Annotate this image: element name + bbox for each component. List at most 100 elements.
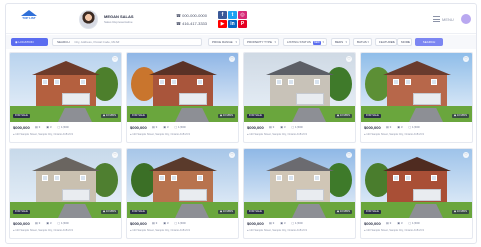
favorite-heart-icon[interactable]: ♡	[346, 152, 352, 158]
listing-age-badge: ◉ 10 MINS	[451, 210, 469, 214]
listing-card[interactable]: ♡ FOR SALE ◉ 10 MINS $000,000 ▤ 3 ▣ 3 ▢ …	[360, 148, 473, 239]
mobile-phone[interactable]: ☎ 416-417-3333	[176, 21, 207, 26]
photo-window	[159, 79, 165, 85]
photo-garage	[179, 93, 207, 105]
linkedin-icon[interactable]: in	[228, 20, 237, 28]
listing-stats: ▤ 3 ▣ 3 ▢ 1,500	[269, 221, 308, 225]
pinterest-icon[interactable]: P	[238, 20, 247, 28]
location-button[interactable]: ◉ LOCATION	[11, 38, 48, 46]
photo-window	[80, 175, 86, 181]
office-phone[interactable]: ☎ 000-000-0000	[176, 13, 207, 18]
listing-photo[interactable]: ♡ FOR SALE ◉ 10 MINS	[244, 53, 355, 122]
sqft-value: ▢ 1,500	[408, 221, 420, 225]
favorite-heart-icon[interactable]: ♡	[229, 152, 235, 158]
photo-window	[171, 79, 177, 85]
beds-count: ▤ 3	[152, 125, 158, 129]
listing-age-badge: ◉ 10 MINS	[100, 210, 118, 214]
menu-label[interactable]: MENU	[442, 17, 454, 22]
search-button[interactable]: SEARCH	[415, 38, 443, 46]
twitter-icon[interactable]: t	[228, 11, 237, 19]
listing-photo[interactable]: ♡ FOR SALE ◉ 10 MINS	[127, 53, 238, 122]
photo-roof	[149, 61, 217, 75]
user-account-icon[interactable]	[461, 14, 471, 24]
sqft-value: ▢ 1,500	[174, 221, 186, 225]
listing-photo[interactable]: ♡ FOR SALE ◉ 10 MINS	[127, 149, 238, 218]
features-dropdown[interactable]: FEATURES ▾	[375, 38, 397, 46]
baths-dropdown[interactable]: BATHS ▾	[353, 38, 372, 46]
photo-window	[431, 175, 437, 181]
listing-card[interactable]: ♡ FOR SALE ◉ 10 MINS $000,000 ▤ 3 ▣ 3 ▢ …	[243, 148, 356, 239]
sqft-value: ▢ 1,500	[291, 221, 303, 225]
listing-price: $000,000	[130, 125, 147, 130]
listing-card[interactable]: ♡ FOR SALE ◉ 10 MINS $000,000 ▤ 3 ▣ 3 ▢ …	[243, 52, 356, 143]
photo-garage	[296, 93, 324, 105]
beds-count: ▤ 3	[152, 221, 158, 225]
price-range-label: PRICE RANGE	[212, 40, 233, 44]
listing-status-dropdown[interactable]: LISTING STATUS NEW ▾	[283, 38, 327, 46]
listing-price: $000,000	[364, 221, 381, 226]
favorite-heart-icon[interactable]: ♡	[112, 56, 118, 62]
instagram-icon[interactable]: ◎	[238, 11, 247, 19]
photo-window	[288, 79, 294, 85]
listing-address: ● 123 Sample Street, Sample City, Ontari…	[364, 229, 424, 232]
chevron-down-icon: ▾	[345, 40, 347, 44]
facebook-icon[interactable]: f	[218, 11, 227, 19]
hamburger-menu-icon[interactable]	[433, 16, 440, 22]
beds-count: ▤ 3	[386, 125, 392, 129]
photo-roof	[149, 157, 217, 171]
price-range-dropdown[interactable]: PRICE RANGE ▾	[208, 38, 240, 46]
filter-bar: ◉ LOCATION SEARCH City, Address, Postal …	[6, 35, 476, 49]
photo-garage	[62, 189, 90, 201]
chevron-down-icon: ▾	[407, 40, 409, 44]
youtube-icon[interactable]: ▶	[218, 20, 227, 28]
listing-photo[interactable]: ♡ FOR SALE ◉ 10 MINS	[361, 149, 472, 218]
listing-card[interactable]: ♡ FOR SALE ◉ 10 MINS $000,000 ▤ 3 ▣ 3 ▢ …	[9, 148, 122, 239]
photo-window	[197, 79, 203, 85]
beds-count: ▤ 3	[269, 221, 275, 225]
photo-window	[314, 175, 320, 181]
photo-window	[54, 79, 60, 85]
more-dropdown[interactable]: MORE ▾	[397, 38, 412, 46]
header: TOP LIST MEGAN SALAS Sales Representativ…	[6, 4, 476, 34]
status-badge: FOR SALE	[13, 114, 30, 118]
favorite-heart-icon[interactable]: ♡	[112, 152, 118, 158]
photo-window	[405, 79, 411, 85]
listing-price: $000,000	[247, 125, 264, 130]
listing-address: ● 123 Sample Street, Sample City, Ontari…	[247, 133, 307, 136]
search-input[interactable]: SEARCH City, Address, Postal Code, MLS#	[52, 38, 202, 46]
listing-photo[interactable]: ♡ FOR SALE ◉ 10 MINS	[10, 149, 121, 218]
beds-count: ▤ 3	[386, 221, 392, 225]
listing-address: ● 123 Sample Street, Sample City, Ontari…	[247, 229, 307, 232]
status-badge: FOR SALE	[364, 210, 381, 214]
beds-label: BEDS	[335, 40, 344, 44]
listing-address: ● 123 Sample Street, Sample City, Ontari…	[130, 229, 190, 232]
listing-age-badge: ◉ 10 MINS	[100, 114, 118, 118]
search-label: SEARCH	[57, 40, 70, 44]
photo-roof	[383, 61, 451, 75]
listing-card[interactable]: ♡ FOR SALE ◉ 10 MINS $000,000 ▤ 3 ▣ 3 ▢ …	[9, 52, 122, 143]
photo-window	[54, 175, 60, 181]
listing-stats: ▤ 3 ▣ 3 ▢ 1,500	[269, 125, 308, 129]
sqft-value: ▢ 1,500	[291, 125, 303, 129]
favorite-heart-icon[interactable]: ♡	[346, 56, 352, 62]
favorite-heart-icon[interactable]: ♡	[463, 152, 469, 158]
listing-photo[interactable]: ♡ FOR SALE ◉ 10 MINS	[244, 149, 355, 218]
listing-card[interactable]: ♡ FOR SALE ◉ 10 MINS $000,000 ▤ 3 ▣ 3 ▢ …	[360, 52, 473, 143]
beds-dropdown[interactable]: BEDS ▾	[331, 38, 350, 46]
listing-stats: ▤ 3 ▣ 3 ▢ 1,500	[152, 125, 191, 129]
photo-window	[42, 175, 48, 181]
favorite-heart-icon[interactable]: ♡	[229, 56, 235, 62]
property-type-dropdown[interactable]: PROPERTY TYPE ▾	[243, 38, 279, 46]
listing-stats: ▤ 3 ▣ 3 ▢ 1,500	[35, 221, 74, 225]
listing-card[interactable]: ♡ FOR SALE ◉ 10 MINS $000,000 ▤ 3 ▣ 3 ▢ …	[126, 148, 239, 239]
listing-card[interactable]: ♡ FOR SALE ◉ 10 MINS $000,000 ▤ 3 ▣ 3 ▢ …	[126, 52, 239, 143]
listing-photo[interactable]: ♡ FOR SALE ◉ 10 MINS	[361, 53, 472, 122]
baths-count: ▣ 3	[280, 125, 286, 129]
brand-logo[interactable]: TOP LIST	[14, 10, 44, 28]
listing-photo[interactable]: ♡ FOR SALE ◉ 10 MINS	[10, 53, 121, 122]
listing-price: $000,000	[130, 221, 147, 226]
baths-count: ▣ 3	[280, 221, 286, 225]
favorite-heart-icon[interactable]: ♡	[463, 56, 469, 62]
listing-age-badge: ◉ 10 MINS	[217, 114, 235, 118]
photo-window	[393, 175, 399, 181]
